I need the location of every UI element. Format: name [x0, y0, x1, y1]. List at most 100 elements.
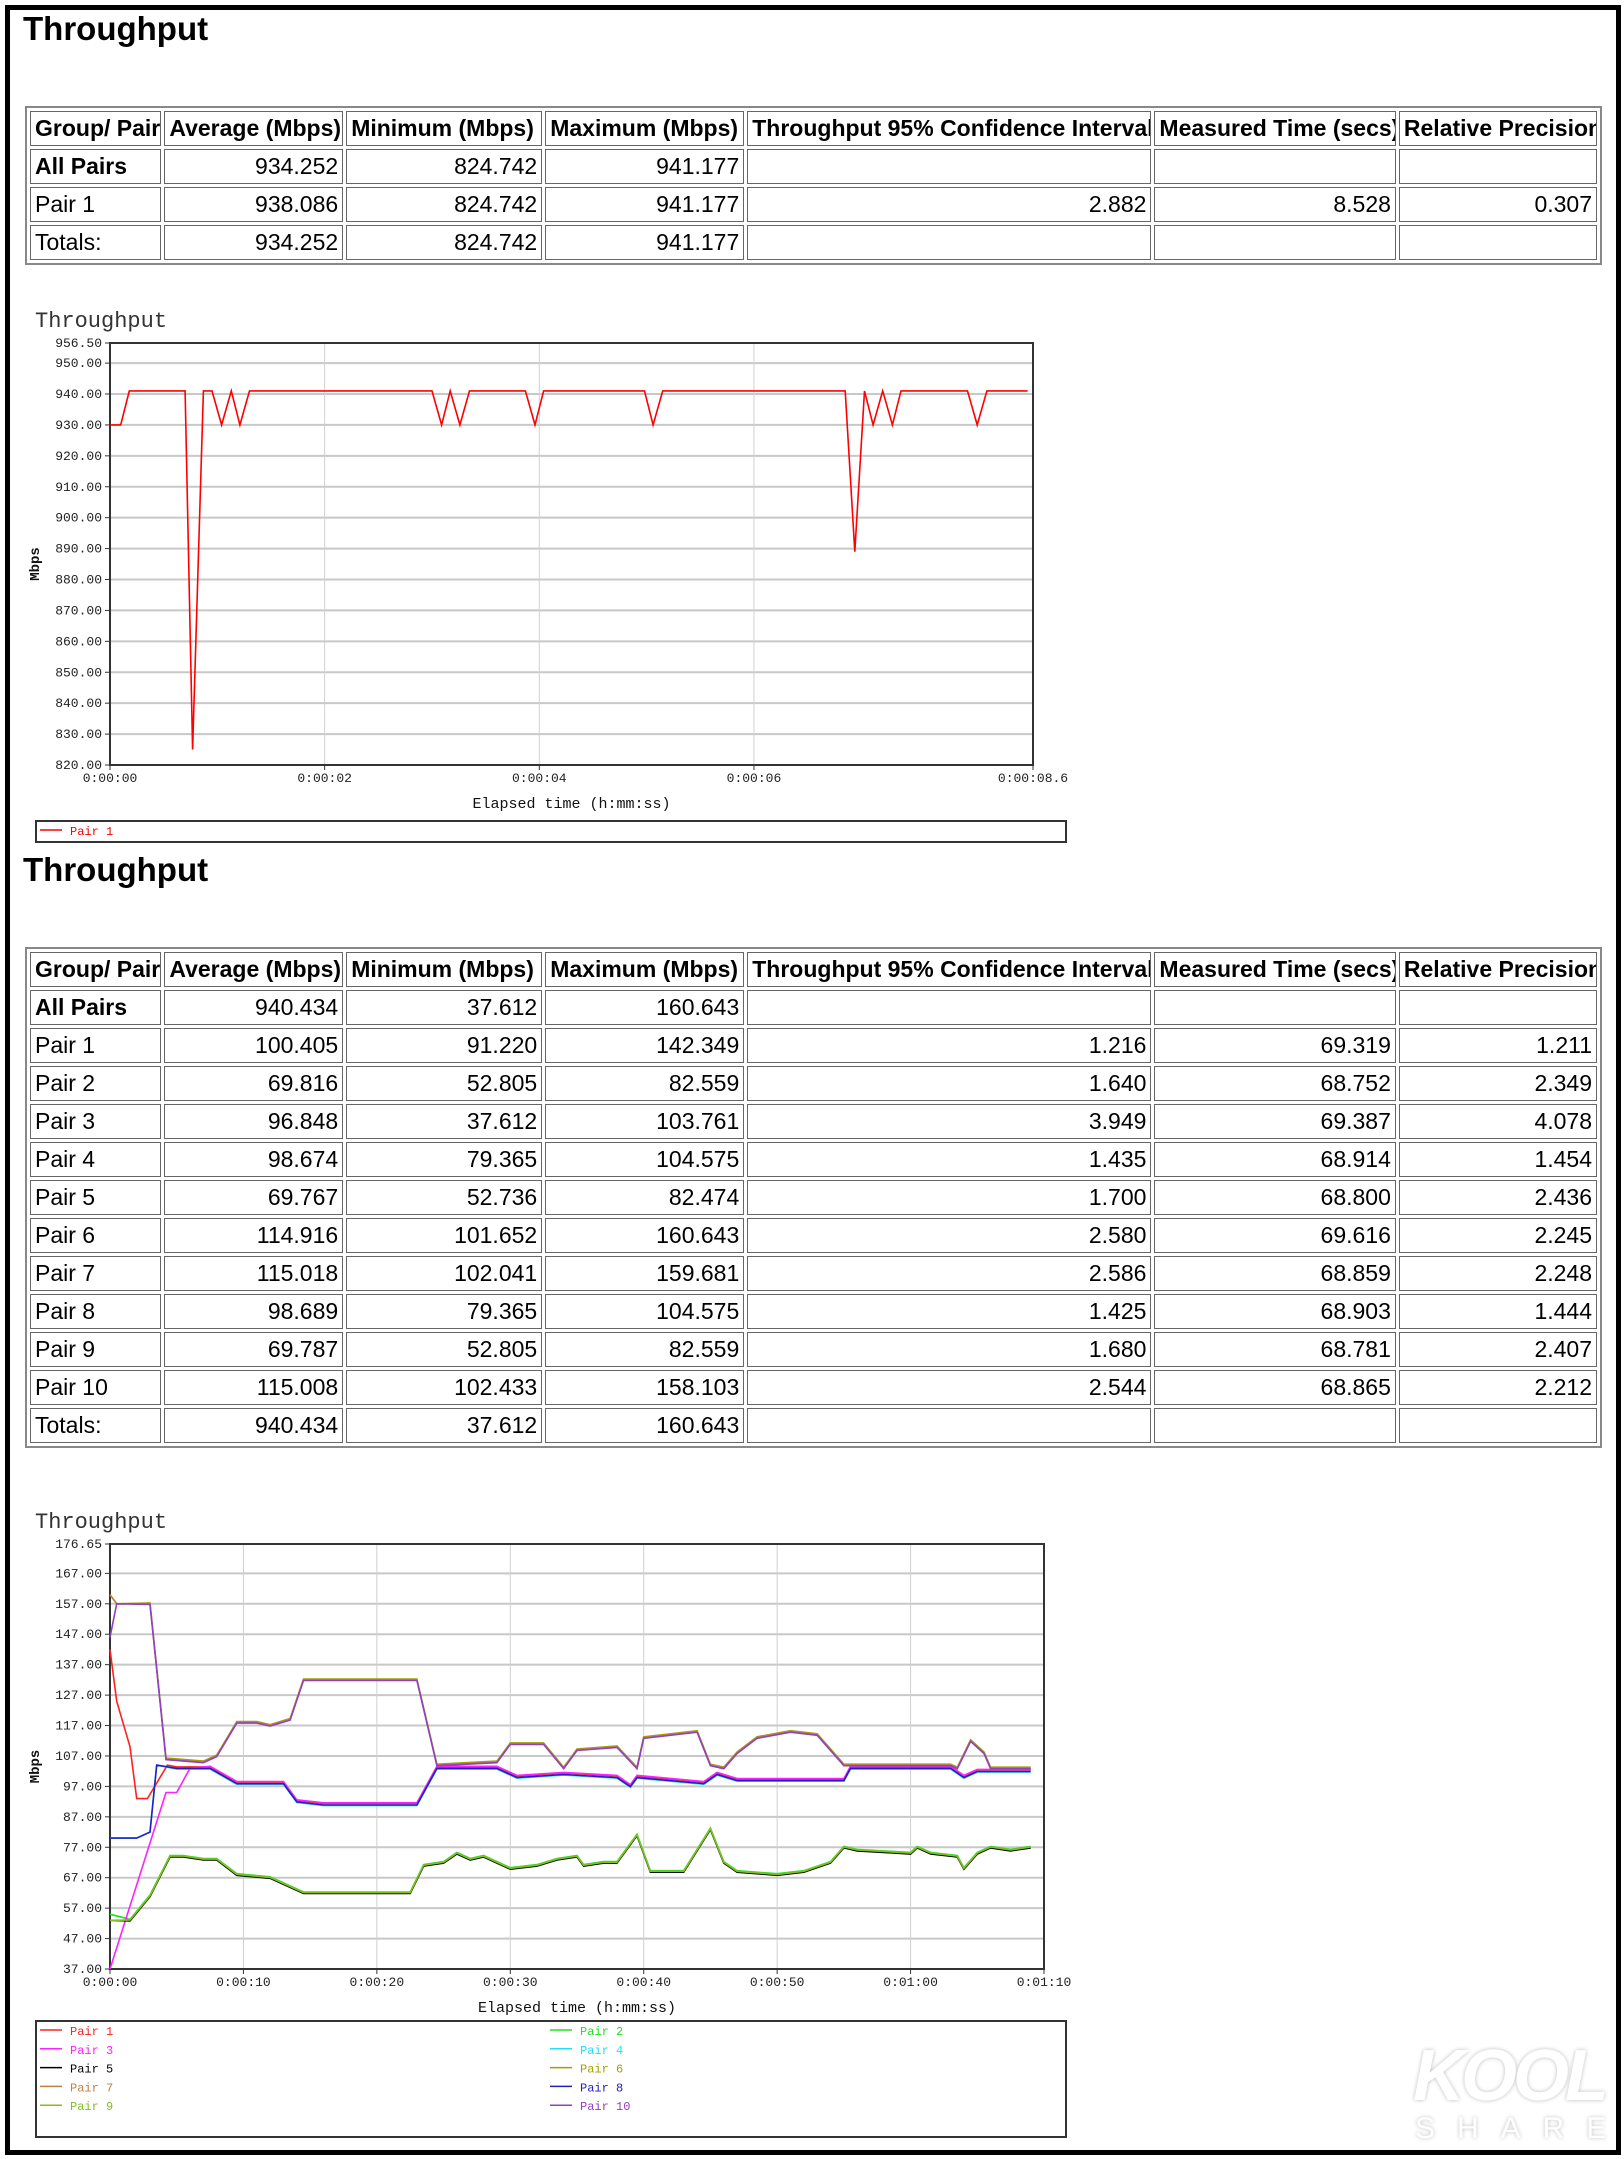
table-cell: 37.612: [346, 990, 543, 1025]
table-cell: 160.643: [545, 990, 745, 1025]
table-cell: [747, 1408, 1152, 1443]
y-tick-label: 890.00: [55, 542, 102, 557]
y-tick-label: 57.00: [63, 1901, 102, 1916]
table-cell: 68.914: [1154, 1142, 1396, 1177]
y-tick-label: 137.00: [55, 1658, 102, 1673]
koolshare-watermark: KOOL SHARE: [1413, 2036, 1624, 2145]
column-header: Throughput 95% Confidence Interval: [747, 952, 1152, 987]
y-tick-label: 860.00: [55, 634, 102, 649]
x-tick-label: 0:00:30: [483, 1975, 538, 1990]
table-cell: [1398, 225, 1597, 260]
y-tick-label: 900.00: [55, 511, 102, 526]
table-cell: 82.559: [545, 1332, 745, 1367]
table-cell: 941.177: [545, 187, 745, 222]
x-tick-label: 0:00:00: [83, 1975, 138, 1990]
legend-label: Pair 9: [70, 2100, 113, 2114]
row-label: Totals:: [30, 225, 162, 260]
y-axis-label: Mbps: [28, 1750, 44, 1784]
table-cell: 4.078: [1398, 1104, 1597, 1139]
y-tick-label: 956.50: [55, 336, 102, 351]
column-header: Group/ Pair: [30, 952, 162, 987]
table-cell: 2.212: [1398, 1370, 1597, 1405]
table-row: Pair 7 115.018 102.041 159.681 2.586 68.859 2.…: [30, 1256, 1597, 1291]
table-row: Totals: 934.252 824.742 941.177: [30, 225, 1597, 260]
table-cell: 142.349: [545, 1028, 745, 1063]
table-cell: 100.405: [164, 1028, 344, 1063]
table-cell: 37.612: [346, 1104, 543, 1139]
table-cell: 96.848: [164, 1104, 344, 1139]
table-cell: 101.652: [346, 1218, 543, 1253]
table-cell: 2.436: [1398, 1180, 1597, 1215]
y-tick-label: 920.00: [55, 449, 102, 464]
row-label: Pair 1: [30, 1028, 162, 1063]
table-cell: 69.816: [164, 1066, 344, 1101]
plot-area: [109, 342, 1034, 766]
table-cell: 940.434: [164, 1408, 344, 1443]
column-header: Relative Precision: [1398, 111, 1597, 146]
y-tick-label: 157.00: [55, 1597, 102, 1612]
table-cell: 68.903: [1154, 1294, 1396, 1329]
table-cell: 934.252: [164, 149, 344, 184]
table-cell: 79.365: [346, 1294, 543, 1329]
table-cell: 941.177: [545, 225, 745, 260]
y-tick-label: 147.00: [55, 1627, 102, 1642]
table-row: Pair 2 69.816 52.805 82.559 1.640 68.752 2.349: [30, 1066, 1597, 1101]
x-tick-label: 0:00:04: [512, 771, 567, 786]
table-row: Pair 9 69.787 52.805 82.559 1.680 68.781 2.407: [30, 1332, 1597, 1367]
x-tick-label: 0:01:00: [883, 1975, 938, 1990]
column-header: Average (Mbps): [164, 111, 344, 146]
section-title-1: Throughput: [23, 10, 209, 47]
table-cell: 1.454: [1398, 1142, 1597, 1177]
table-cell: [747, 990, 1152, 1025]
series-line-pair-6: [109, 1594, 1031, 1769]
row-label: Pair 8: [30, 1294, 162, 1329]
y-tick-label: 176.65: [55, 1537, 102, 1552]
table-cell: 1.444: [1398, 1294, 1597, 1329]
throughput-table-2: Group/ Pair Average (Mbps) Minimum (Mbps) M…: [25, 947, 1602, 1448]
column-header: Minimum (Mbps): [346, 952, 543, 987]
table-cell: 158.103: [545, 1370, 745, 1405]
table-cell: 82.559: [545, 1066, 745, 1101]
y-tick-label: 880.00: [55, 573, 102, 588]
table-cell: 824.742: [346, 225, 543, 260]
table-cell: [747, 225, 1152, 260]
series-line-pair-4: [110, 1764, 1031, 1839]
row-label: Pair 7: [30, 1256, 162, 1291]
table-cell: 1.700: [747, 1180, 1152, 1215]
table-cell: 1.640: [747, 1066, 1152, 1101]
table-cell: 69.767: [164, 1180, 344, 1215]
table-cell: 82.474: [545, 1180, 745, 1215]
legend-box: [35, 2020, 1067, 2138]
table-cell: 104.575: [545, 1142, 745, 1177]
table-cell: 2.248: [1398, 1256, 1597, 1291]
table-cell: [1154, 225, 1396, 260]
series-line-pair-10: [109, 1602, 1031, 1771]
legend-label: Pair 2: [580, 2025, 623, 2039]
row-label: Pair 10: [30, 1370, 162, 1405]
x-axis-label: Elapsed time (h:mm:ss): [472, 796, 670, 813]
table-cell: 114.916: [164, 1218, 344, 1253]
table-row: Pair 1 938.086 824.742 941.177 2.882 8.528 0.3…: [30, 187, 1597, 222]
table-cell: 104.575: [545, 1294, 745, 1329]
table-cell: 68.859: [1154, 1256, 1396, 1291]
table-row: All Pairs 934.252 824.742 941.177: [30, 149, 1597, 184]
table-row: Pair 10 115.008 102.433 158.103 2.544 68.865 2…: [30, 1370, 1597, 1405]
y-tick-label: 870.00: [55, 603, 102, 618]
table-cell: 1.211: [1398, 1028, 1597, 1063]
table-cell: 2.407: [1398, 1332, 1597, 1367]
table-cell: 0.307: [1398, 187, 1597, 222]
table-cell: 52.805: [346, 1066, 543, 1101]
table-cell: 102.433: [346, 1370, 543, 1405]
throughput-chart-2: Throughput37.0047.0057.0067.0077.0087.00…: [28, 1510, 1071, 2138]
legend-label: Pair 7: [70, 2081, 113, 2095]
legend-label: Pair 8: [580, 2081, 623, 2095]
table-cell: [1398, 149, 1597, 184]
x-tick-label: 0:00:08.6: [998, 771, 1068, 786]
column-header: Relative Precision: [1398, 952, 1597, 987]
table-cell: 159.681: [545, 1256, 745, 1291]
y-tick-label: 97.00: [63, 1779, 102, 1794]
y-tick-label: 940.00: [55, 387, 102, 402]
table-cell: 69.616: [1154, 1218, 1396, 1253]
y-tick-label: 47.00: [63, 1932, 102, 1947]
table-cell: 68.752: [1154, 1066, 1396, 1101]
